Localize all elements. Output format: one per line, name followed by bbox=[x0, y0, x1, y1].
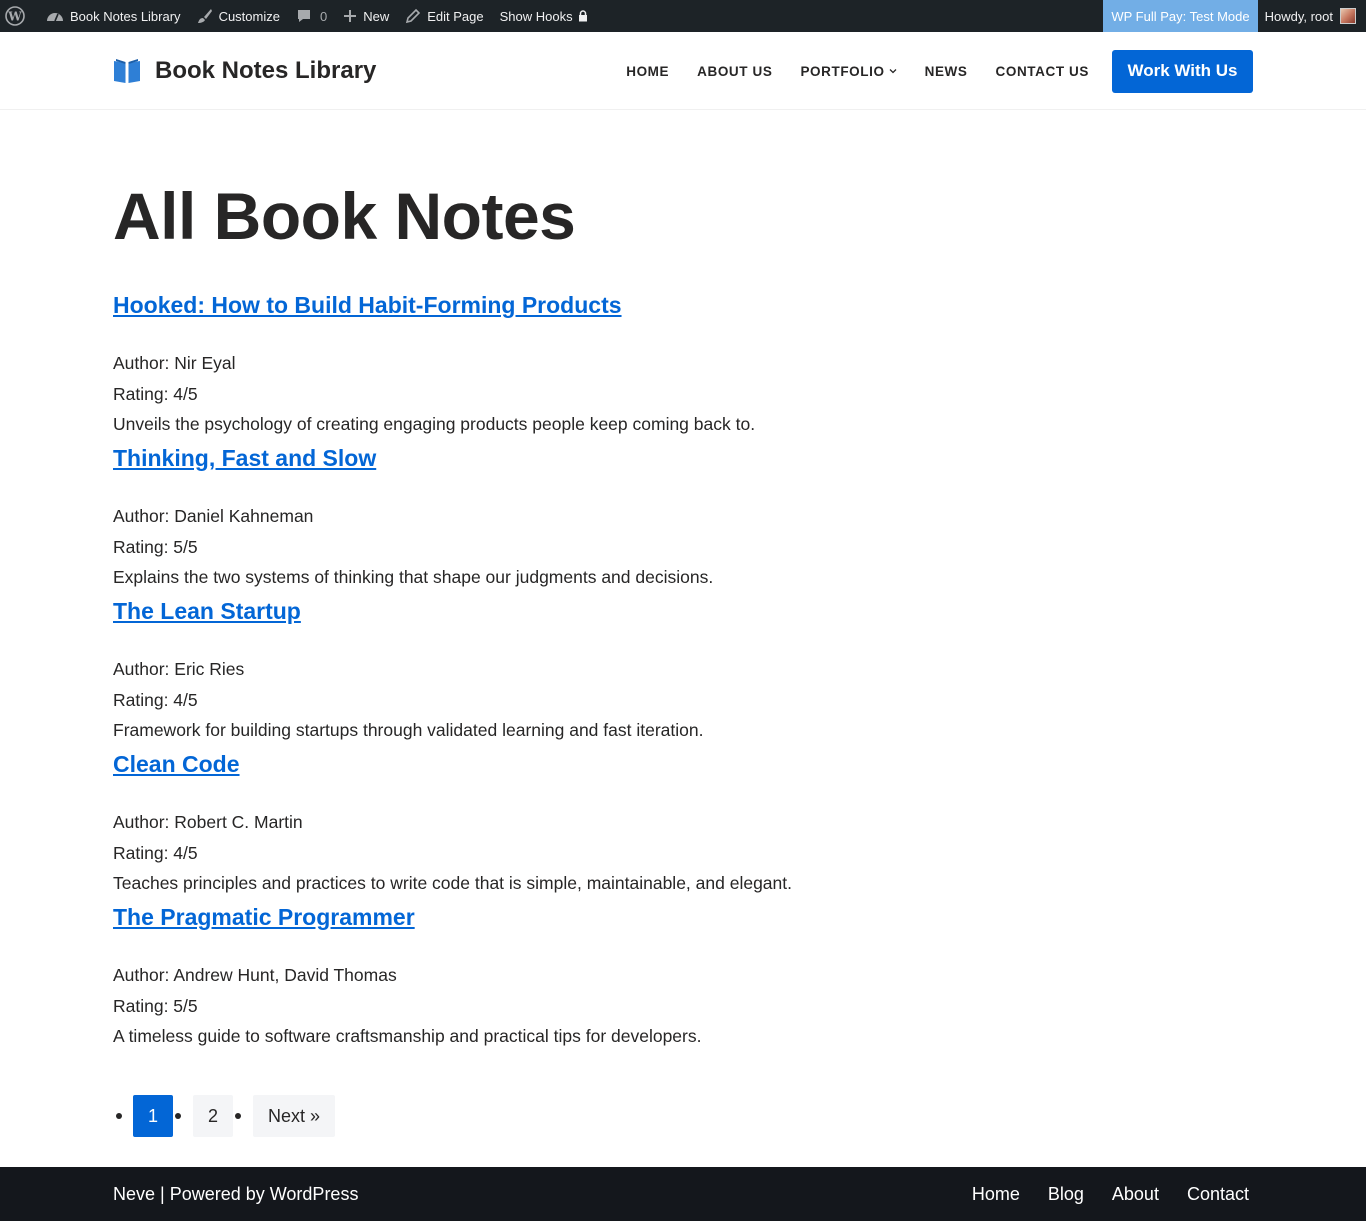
book-author: Author: Andrew Hunt, David Thomas bbox=[113, 965, 397, 985]
footer-credit[interactable]: Neve | Powered by WordPress bbox=[113, 1167, 358, 1221]
book-summary: Framework for building startups through … bbox=[113, 720, 704, 740]
pagination-bullet bbox=[175, 1113, 181, 1119]
wordpress-icon: W bbox=[5, 6, 25, 26]
wordpress-logo-menu[interactable]: W bbox=[0, 0, 38, 32]
book-summary: Explains the two systems of thinking tha… bbox=[113, 567, 714, 587]
footer-link-blog[interactable]: Blog bbox=[1048, 1184, 1084, 1205]
customize-link[interactable]: Customize bbox=[189, 0, 288, 32]
page-title: All Book Notes bbox=[113, 179, 576, 253]
edit-page-label: Edit Page bbox=[427, 8, 484, 24]
plus-icon bbox=[343, 9, 357, 23]
howdy-label: Howdy, root bbox=[1264, 8, 1333, 24]
book-author: Author: Daniel Kahneman bbox=[113, 506, 314, 526]
primary-nav: HOME ABOUT US PORTFOLIO NEWS CONTACT US … bbox=[598, 32, 1253, 110]
footer-link-contact[interactable]: Contact bbox=[1187, 1184, 1249, 1205]
pagination-page-2[interactable]: 2 bbox=[193, 1095, 233, 1137]
site-name-menu[interactable]: Book Notes Library bbox=[38, 0, 189, 32]
comments-count: 0 bbox=[319, 8, 328, 24]
work-with-us-button[interactable]: Work With Us bbox=[1112, 49, 1253, 93]
book-entry: Clean Code Author: Robert C. Martin Rati… bbox=[113, 749, 1253, 899]
footer-nav: Home Blog About Contact bbox=[944, 1167, 1249, 1221]
site-header: Book Notes Library HOME ABOUT US PORTFOL… bbox=[0, 32, 1366, 110]
paintbrush-icon bbox=[197, 8, 213, 24]
book-rating: Rating: 4/5 bbox=[113, 842, 198, 863]
book-author: Author: Nir Eyal bbox=[113, 353, 236, 373]
svg-text:W: W bbox=[7, 10, 22, 24]
nav-item-home[interactable]: HOME bbox=[626, 64, 669, 79]
open-book-icon bbox=[113, 58, 141, 84]
new-label: New bbox=[363, 8, 390, 24]
book-title-link[interactable]: The Lean Startup bbox=[113, 596, 1253, 626]
test-mode-badge[interactable]: WP Full Pay: Test Mode bbox=[1103, 0, 1258, 32]
nav-item-contact-us[interactable]: CONTACT US bbox=[996, 64, 1090, 79]
book-rating: Rating: 5/5 bbox=[113, 995, 198, 1016]
book-title-link[interactable]: Thinking, Fast and Slow bbox=[113, 443, 1253, 473]
book-rating: Rating: 5/5 bbox=[113, 536, 198, 557]
book-entry: The Lean Startup Author: Eric Ries Ratin… bbox=[113, 596, 1253, 746]
account-menu[interactable]: Howdy, root bbox=[1258, 0, 1366, 32]
footer-link-home[interactable]: Home bbox=[972, 1184, 1020, 1205]
avatar bbox=[1340, 8, 1356, 24]
customize-label: Customize bbox=[218, 8, 280, 24]
comment-bubble-icon bbox=[296, 8, 312, 24]
nav-item-portfolio-label: PORTFOLIO bbox=[800, 63, 885, 79]
book-author: Author: Robert C. Martin bbox=[113, 812, 303, 832]
chevron-down-icon bbox=[889, 68, 897, 74]
admin-bar: W Book Notes Library Customize 0 New Edi… bbox=[0, 0, 1366, 32]
pagination: 1 2 Next » bbox=[113, 1095, 335, 1137]
new-content-menu[interactable]: New bbox=[335, 0, 397, 32]
lock-icon bbox=[578, 10, 588, 22]
book-summary: A timeless guide to software craftsmansh… bbox=[113, 1026, 702, 1046]
pagination-current-page[interactable]: 1 bbox=[133, 1095, 173, 1137]
pagination-bullet bbox=[235, 1113, 241, 1119]
book-rating: Rating: 4/5 bbox=[113, 689, 198, 710]
site-title: Book Notes Library bbox=[155, 57, 377, 84]
footer-link-about[interactable]: About bbox=[1112, 1184, 1159, 1205]
nav-item-news[interactable]: NEWS bbox=[925, 64, 968, 79]
test-mode-label: WP Full Pay: Test Mode bbox=[1111, 8, 1250, 24]
book-entry: Thinking, Fast and Slow Author: Daniel K… bbox=[113, 443, 1253, 593]
nav-item-about-us[interactable]: ABOUT US bbox=[697, 64, 772, 79]
book-author: Author: Eric Ries bbox=[113, 659, 245, 679]
book-entry: Hooked: How to Build Habit-Forming Produ… bbox=[113, 290, 1253, 440]
nav-item-portfolio[interactable]: PORTFOLIO bbox=[800, 63, 897, 79]
pencil-icon bbox=[405, 8, 421, 24]
edit-page-link[interactable]: Edit Page bbox=[397, 0, 491, 32]
site-footer: Neve | Powered by WordPress Home Blog Ab… bbox=[0, 1167, 1366, 1221]
book-title-link[interactable]: Clean Code bbox=[113, 749, 1253, 779]
show-hooks-link[interactable]: Show Hooks bbox=[492, 0, 596, 32]
book-summary: Teaches principles and practices to writ… bbox=[113, 873, 792, 893]
pagination-next[interactable]: Next » bbox=[253, 1095, 335, 1137]
book-summary: Unveils the psychology of creating engag… bbox=[113, 414, 756, 434]
book-title-link[interactable]: The Pragmatic Programmer bbox=[113, 902, 1253, 932]
pagination-bullet bbox=[116, 1113, 122, 1119]
site-name-label: Book Notes Library bbox=[70, 8, 181, 24]
site-branding[interactable]: Book Notes Library bbox=[113, 32, 376, 110]
show-hooks-label: Show Hooks bbox=[499, 8, 573, 24]
dashboard-icon bbox=[46, 8, 64, 24]
book-title-link[interactable]: Hooked: How to Build Habit-Forming Produ… bbox=[113, 290, 1253, 320]
book-entry: The Pragmatic Programmer Author: Andrew … bbox=[113, 902, 1253, 1052]
comments-link[interactable]: 0 bbox=[288, 0, 335, 32]
book-rating: Rating: 4/5 bbox=[113, 383, 198, 404]
